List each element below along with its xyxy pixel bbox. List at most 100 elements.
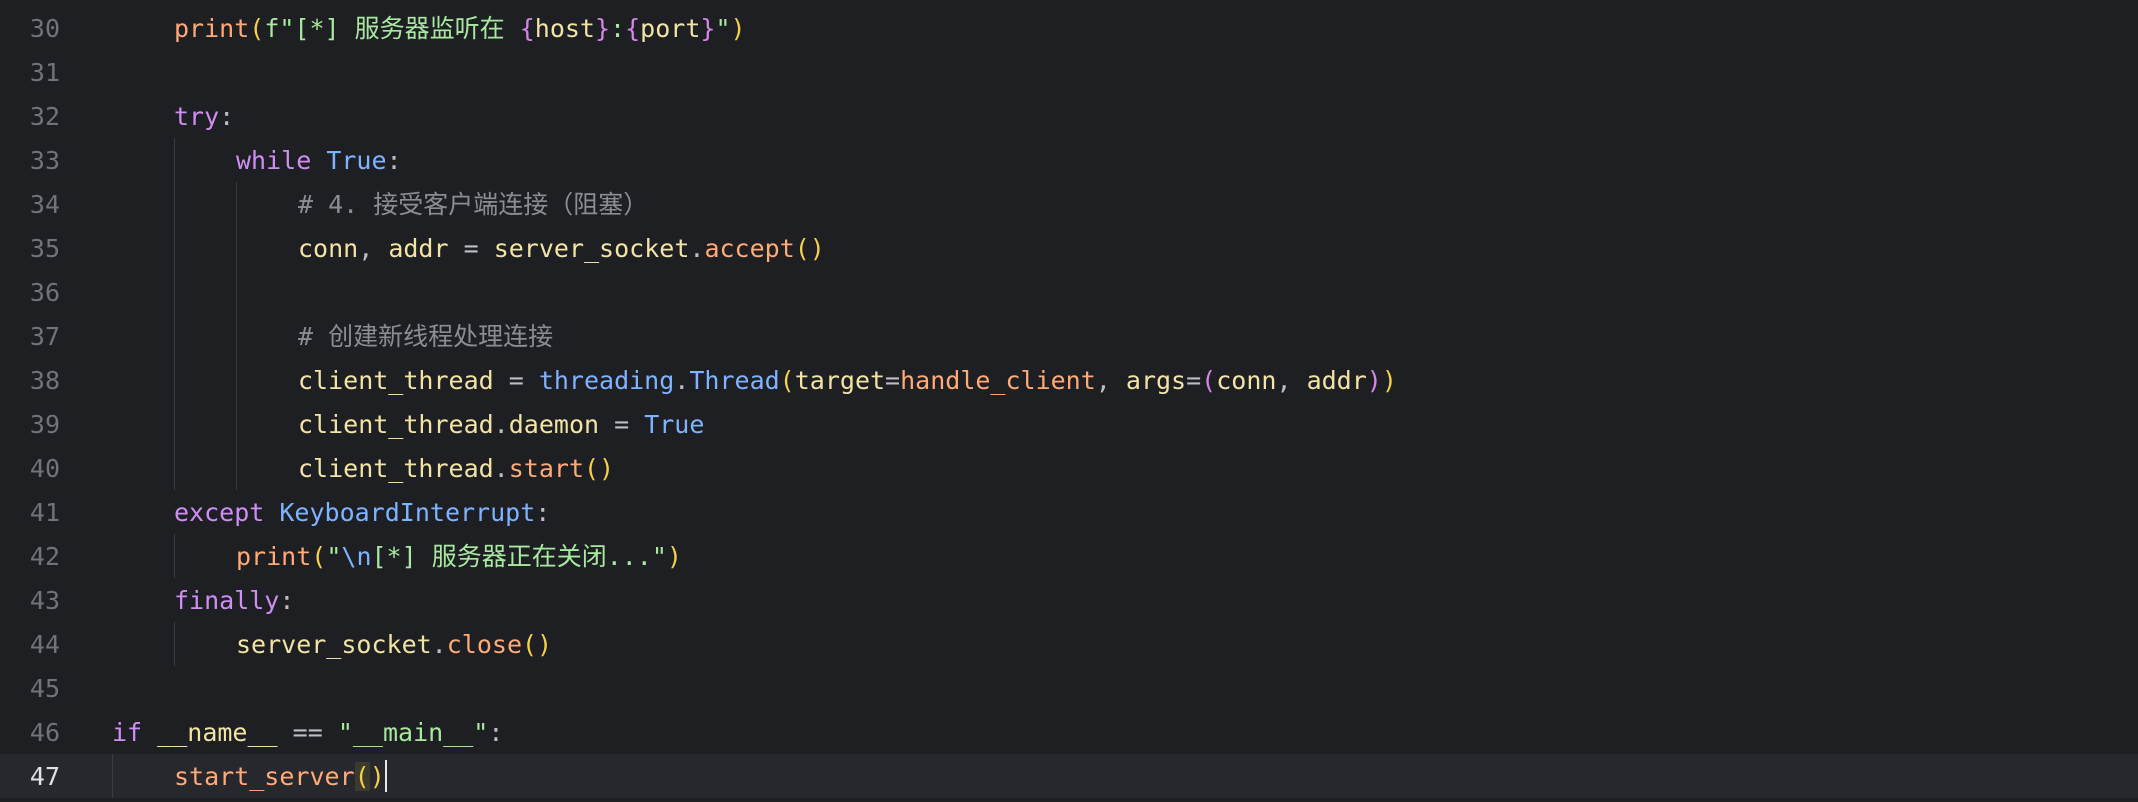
code-token: ( bbox=[1201, 366, 1217, 395]
code-line[interactable]: 39 client_thread.daemon = True bbox=[0, 402, 2138, 446]
code-token: while bbox=[236, 146, 312, 175]
code-line[interactable]: 38 client_thread = threading.Thread(targe… bbox=[0, 358, 2138, 402]
code-text: # 4. 接受客户端连接（阻塞） bbox=[298, 190, 648, 220]
line-number: 42 bbox=[29, 542, 60, 571]
code-token: ) bbox=[369, 762, 385, 791]
code-line[interactable]: 30 print(f"[*] 服务器监听在 {host}:{port}") bbox=[0, 6, 2138, 50]
code-token: server_socket bbox=[493, 234, 690, 263]
code-token: : bbox=[535, 498, 551, 527]
line-number: 40 bbox=[29, 454, 60, 483]
code-line[interactable]: 34 # 4. 接受客户端连接（阻塞） bbox=[0, 182, 2138, 226]
code-token: if bbox=[112, 718, 143, 747]
line-number: 39 bbox=[29, 410, 60, 439]
code-token: addr bbox=[388, 234, 449, 263]
code-token: __name__ bbox=[157, 718, 278, 747]
code-token: ) bbox=[730, 14, 746, 43]
code-text: client_thread = threading.Thread(target=… bbox=[298, 366, 1397, 396]
code-text: conn, addr = server_socket.accept() bbox=[298, 234, 825, 264]
line-number: 45 bbox=[29, 674, 60, 703]
code-line[interactable]: 40 client_thread.start() bbox=[0, 446, 2138, 490]
code-text: if __name__ == "__main__": bbox=[112, 718, 503, 748]
code-token: print bbox=[236, 542, 312, 571]
code-token: . bbox=[689, 234, 705, 263]
line-number: 32 bbox=[29, 102, 60, 131]
code-line[interactable]: 31 bbox=[0, 50, 2138, 94]
code-token: port bbox=[640, 14, 701, 43]
code-token: = bbox=[599, 410, 645, 439]
indent-guide bbox=[174, 138, 175, 490]
code-token: } bbox=[594, 14, 611, 43]
code-token: conn bbox=[1216, 366, 1277, 395]
code-text: start_server() bbox=[174, 762, 385, 792]
code-line[interactable]: 45 bbox=[0, 666, 2138, 710]
code-token: close bbox=[446, 630, 522, 659]
line-number: 38 bbox=[29, 366, 60, 395]
line-number: 46 bbox=[29, 718, 60, 747]
code-token: , bbox=[358, 234, 389, 263]
code-line[interactable]: 33 while True: bbox=[0, 138, 2138, 182]
code-line[interactable]: 41 except KeyboardInterrupt: bbox=[0, 490, 2138, 534]
line-number: 37 bbox=[29, 322, 60, 351]
code-line[interactable]: 44 server_socket.close() bbox=[0, 622, 2138, 666]
code-text: server_socket.close() bbox=[236, 630, 552, 660]
line-number: 34 bbox=[29, 190, 60, 219]
code-token: = bbox=[885, 366, 901, 395]
line-number: 44 bbox=[29, 630, 60, 659]
code-token: conn bbox=[298, 234, 359, 263]
code-token: ) bbox=[666, 542, 682, 571]
code-line[interactable]: 37 # 创建新线程处理连接 bbox=[0, 314, 2138, 358]
code-line[interactable]: 47 start_server() bbox=[0, 754, 2138, 798]
code-token: = bbox=[1186, 366, 1202, 395]
code-token: : bbox=[219, 102, 235, 131]
code-token: ) bbox=[1381, 366, 1397, 395]
code-token: try bbox=[174, 102, 220, 131]
code-line[interactable]: 32 try: bbox=[0, 94, 2138, 138]
code-token: ) bbox=[1366, 366, 1382, 395]
code-text: print("\n[*] 服务器正在关闭...") bbox=[236, 542, 682, 572]
code-editor[interactable]: 30 print(f"[*] 服务器监听在 {host}:{port}") 31 32… bbox=[0, 0, 2138, 802]
code-token: client_thread bbox=[298, 410, 494, 439]
code-token: client_thread bbox=[298, 366, 494, 395]
line-number: 30 bbox=[29, 14, 60, 43]
code-text: try: bbox=[174, 102, 234, 132]
indent-guide bbox=[236, 182, 237, 490]
code-token: start_server bbox=[174, 762, 355, 791]
code-token: except bbox=[174, 498, 265, 527]
line-number: 33 bbox=[29, 146, 60, 175]
code-token: args bbox=[1125, 366, 1187, 395]
code-line[interactable]: 35 conn, addr = server_socket.accept() bbox=[0, 226, 2138, 270]
code-token: finally bbox=[174, 586, 280, 615]
code-line[interactable]: 43 finally: bbox=[0, 578, 2138, 622]
line-number: 36 bbox=[29, 278, 60, 307]
code-token: () bbox=[522, 630, 553, 659]
code-token: { bbox=[519, 14, 535, 43]
code-line[interactable]: 42 print("\n[*] 服务器正在关闭...") bbox=[0, 534, 2138, 578]
code-token: == bbox=[277, 718, 338, 747]
code-token: daemon bbox=[508, 410, 600, 439]
code-token: ( bbox=[311, 542, 327, 571]
code-token: \n bbox=[341, 542, 372, 571]
code-token: () bbox=[584, 454, 615, 483]
code-line[interactable]: 46 if __name__ == "__main__": bbox=[0, 710, 2138, 754]
code-token: f"[*] 服务器监听在 bbox=[264, 14, 520, 43]
code-text: client_thread.start() bbox=[298, 454, 614, 484]
line-number: 41 bbox=[29, 498, 60, 527]
code-token: . bbox=[493, 454, 509, 483]
code-token: True bbox=[326, 146, 387, 175]
code-token: client_thread bbox=[298, 454, 494, 483]
code-token: . bbox=[674, 366, 690, 395]
line-number: 31 bbox=[29, 58, 60, 87]
indent-guide bbox=[174, 534, 175, 578]
code-token: : bbox=[386, 146, 402, 175]
code-token: # 创建新线程处理连接 bbox=[298, 322, 554, 351]
code-token: handle_client bbox=[900, 366, 1096, 395]
code-token: . bbox=[493, 410, 509, 439]
code-token: accept bbox=[704, 234, 795, 263]
code-token: : bbox=[610, 14, 626, 43]
code-line[interactable]: 36 bbox=[0, 270, 2138, 314]
line-number: 35 bbox=[29, 234, 60, 263]
code-token: KeyboardInterrupt bbox=[279, 498, 536, 527]
text-caret bbox=[385, 760, 387, 792]
